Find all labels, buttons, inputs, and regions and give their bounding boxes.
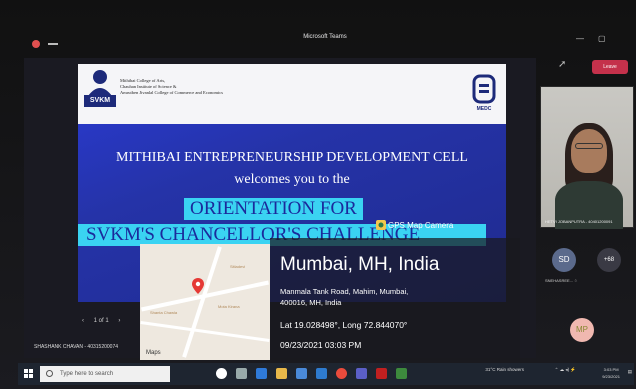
pdf-reader-icon[interactable] (376, 368, 387, 379)
cortana-icon[interactable] (216, 368, 227, 379)
participant-avatar-mp[interactable]: MP (570, 318, 594, 342)
gps-address-line-2: 400016, MH, India (280, 298, 342, 307)
recording-indicator (32, 40, 40, 48)
maps-brand: Maps (146, 350, 161, 356)
system-tray-icons[interactable]: ⌃ ☁ ◂) ⚡ (555, 367, 576, 373)
prev-slide-icon[interactable]: ‹ (82, 318, 84, 324)
weather-widget[interactable]: 31°C Rain showers (485, 367, 524, 372)
teams-icon[interactable] (356, 368, 367, 379)
clock-time: 3:03 PM (603, 367, 619, 372)
cursor-icon: ➚ (558, 59, 567, 70)
maps-brand-label: Maps (146, 350, 161, 356)
taskbar-search-input[interactable]: Type here to search (40, 366, 170, 382)
gps-coordinates: Lat 19.028498°, Long 72.844070° (280, 320, 408, 330)
clock-date: 9/23/2021 (602, 374, 620, 379)
file-explorer-icon[interactable] (276, 368, 287, 379)
slide-header: SVKM Mithibai College of Arts, Chauhan I… (78, 64, 506, 124)
leave-label: Leave (603, 64, 617, 70)
teams-window: Microsoft Teams — ▢ ⚇ ◎ ☺ ··· ➚ Leave SV… (0, 0, 636, 389)
slide-highlight-1: ORIENTATION FOR (184, 198, 363, 220)
mail-icon[interactable] (316, 368, 327, 379)
pager-label: 1 of 1 (93, 318, 109, 324)
slide-subheading: welcomes you to the (234, 172, 350, 187)
slide-heading: MITHIBAI ENTREPRENEURSHIP DEVELOPMENT CE… (116, 150, 468, 165)
gps-camera-icon (376, 220, 386, 230)
recording-timer (48, 43, 58, 45)
slide-pager: ‹ 1 of 1 › (82, 318, 120, 324)
windows-start-icon[interactable] (24, 369, 33, 378)
college-line-3: Amrutben Jivanlal College of Commerce an… (120, 90, 223, 95)
title-bar: Microsoft Teams — ▢ (20, 28, 630, 50)
participant-face (571, 129, 607, 173)
participant-avatar-sd[interactable]: SD (552, 248, 576, 272)
gps-map: Shanta Chawla Mota Kirana Sitladevi Maps (140, 244, 270, 360)
task-view-icon[interactable] (236, 368, 247, 379)
gps-address: Manmala Tank Road, Mahim, Mumbai, 400016… (280, 286, 480, 308)
location-pin-icon (192, 278, 204, 294)
college-names: Mithibai College of Arts, Chauhan Instit… (120, 78, 223, 96)
windows-taskbar: Type here to search 31°C Rain showers ⌃ … (18, 363, 634, 385)
video-participant-name: HETVI JOBANPUTRA - 40401200091 (545, 219, 613, 224)
search-icon (46, 370, 53, 377)
gps-address-line-1: Manmala Tank Road, Mahim, Mumbai, (280, 287, 409, 296)
gps-city: Mumbai, MH, India (280, 254, 440, 275)
gps-datetime: 09/23/2021 03:03 PM (280, 340, 362, 350)
medc-logo-text: MEDC (476, 106, 492, 112)
minimize-button[interactable]: — (576, 34, 584, 43)
app-icon[interactable] (396, 368, 407, 379)
participant-name-sd: SNEHASREE... ♘ (545, 278, 578, 283)
participant-glasses (575, 143, 603, 149)
taskbar-clock[interactable]: 3:03 PM 9/23/2021 (602, 366, 620, 380)
more-participants-button[interactable]: +68 (597, 248, 621, 272)
leave-button[interactable]: Leave (592, 60, 628, 74)
svkm-logo-text: SVKM (84, 95, 116, 107)
gps-camera-label: GPS Map Camera (388, 221, 454, 230)
notification-icon[interactable]: ▤ (628, 369, 632, 375)
edge-icon[interactable] (256, 368, 267, 379)
maximize-button[interactable]: ▢ (598, 34, 606, 43)
store-icon[interactable] (296, 368, 307, 379)
chrome-icon[interactable] (336, 368, 347, 379)
next-slide-icon[interactable]: › (118, 318, 120, 324)
participant-video-tile[interactable] (540, 86, 634, 229)
window-title: Microsoft Teams (303, 34, 347, 40)
presenter-name: SHASHANK CHAVAN - 40315200074 (34, 344, 119, 350)
